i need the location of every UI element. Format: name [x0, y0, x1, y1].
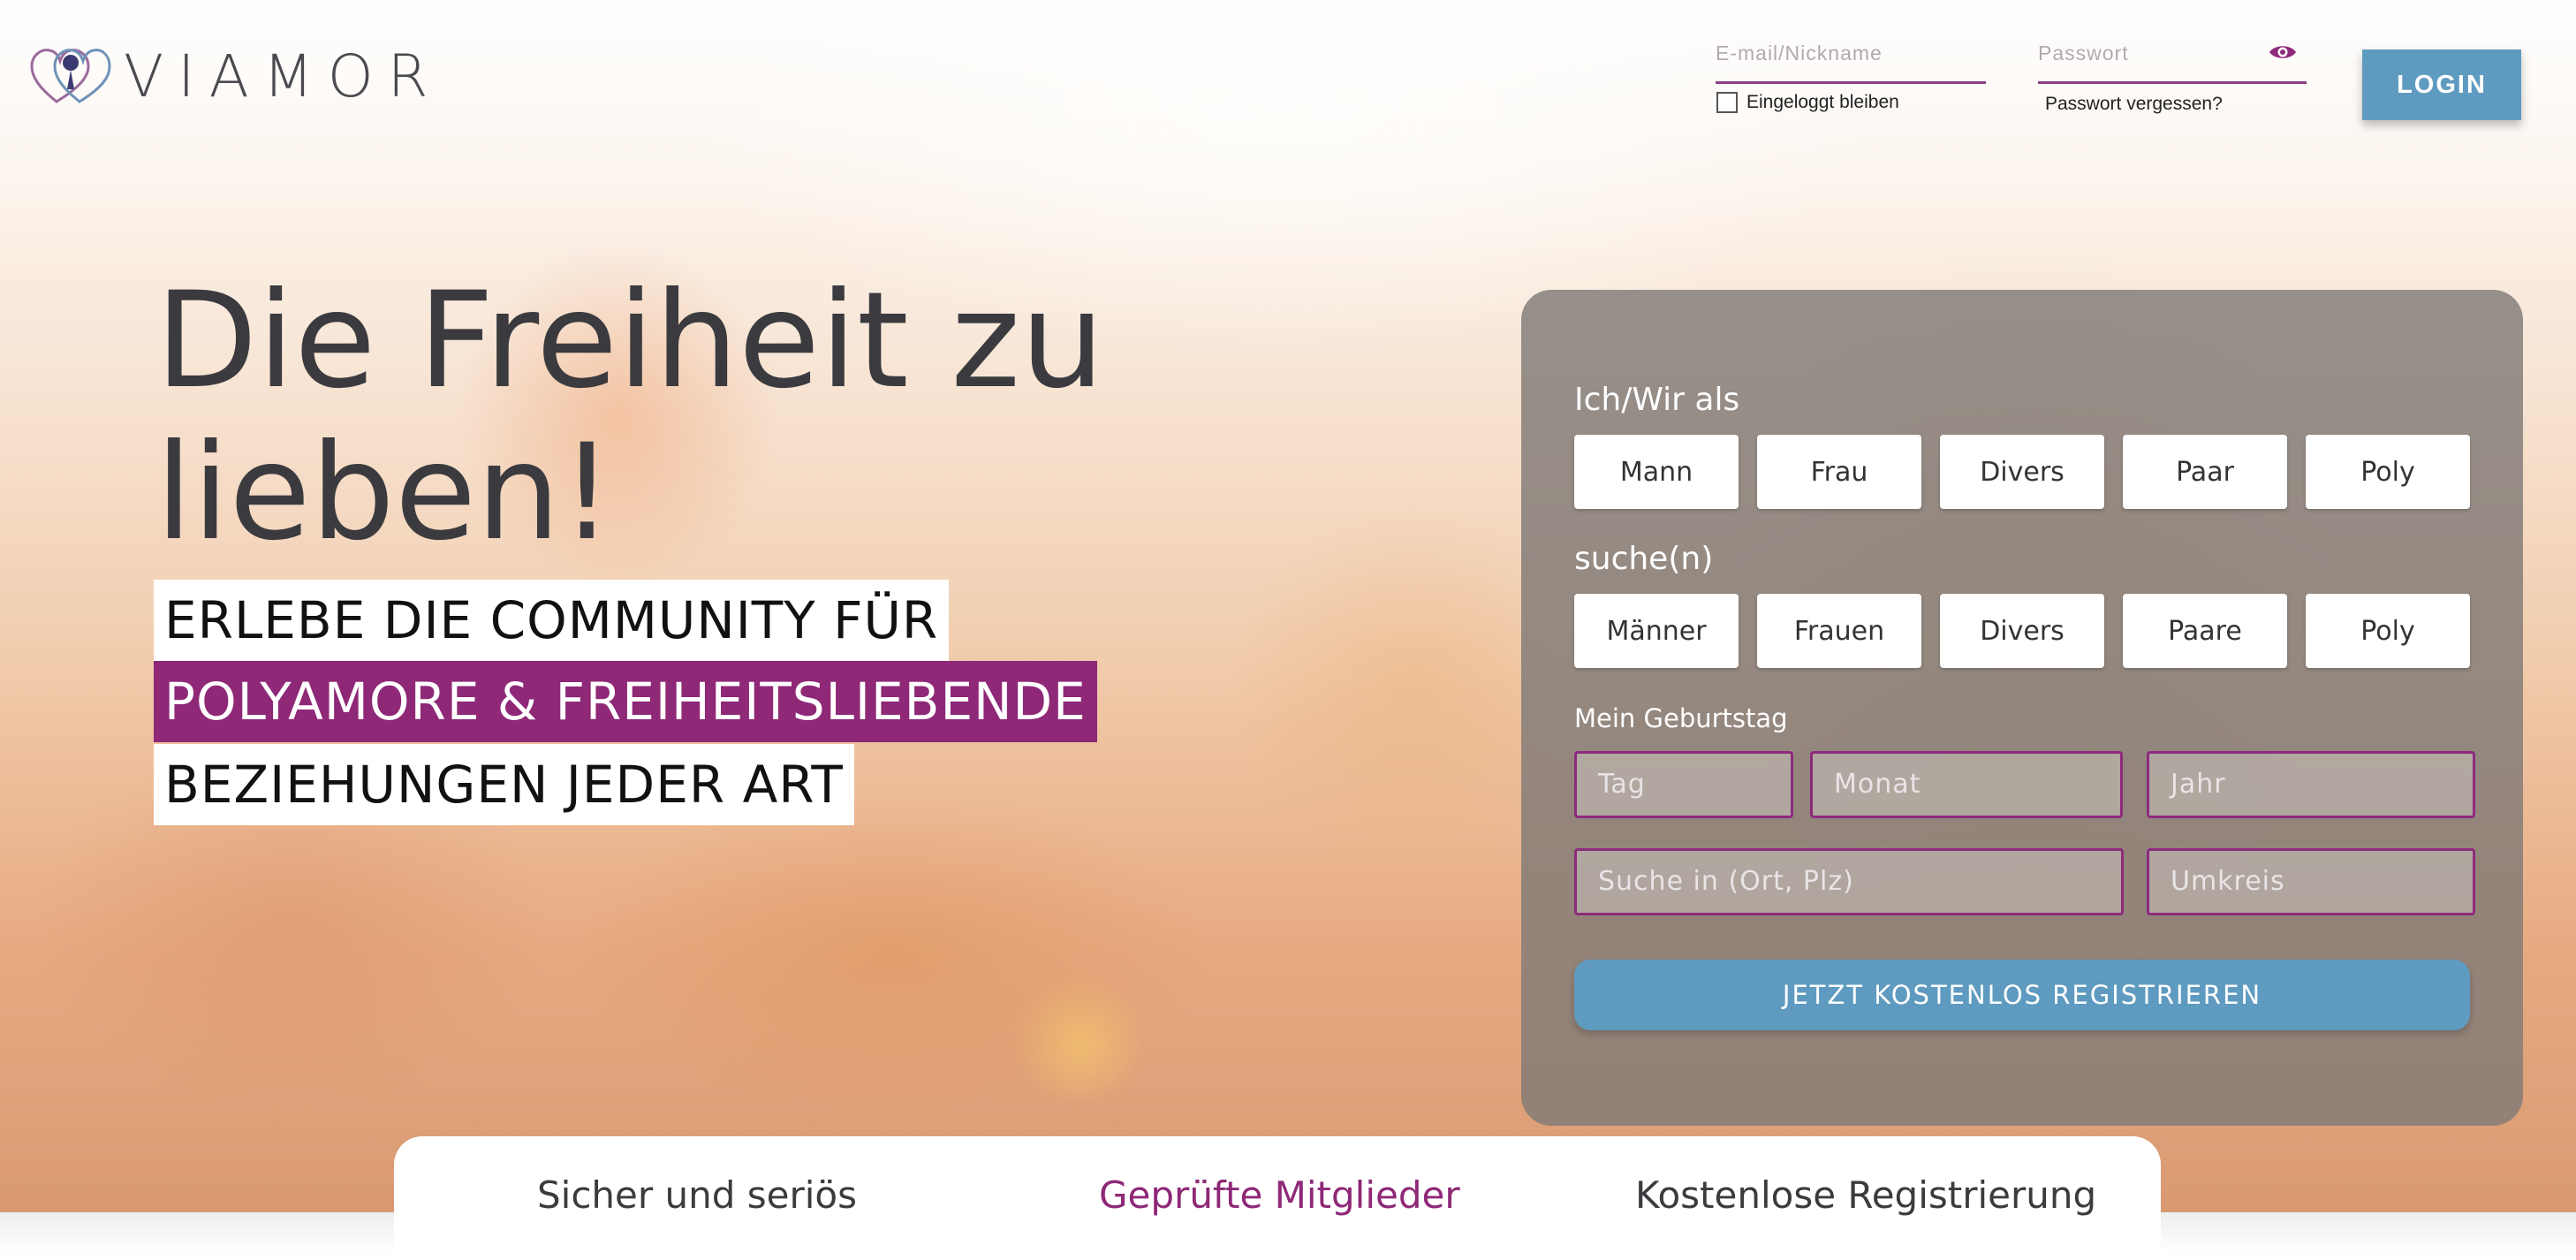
- seek-option-divers[interactable]: Divers: [1940, 594, 2104, 668]
- iam-option-paar[interactable]: Paar: [2123, 435, 2287, 509]
- email-field[interactable]: E-mail/Nickname: [1716, 35, 1986, 84]
- features-bar: Sicher und seriös Geprüfte Mitglieder Ko…: [394, 1136, 2161, 1260]
- logo-text: VIAMOR: [124, 42, 443, 110]
- registration-panel: Ich/Wir als Mann Frau Divers Paar Poly s…: [1521, 290, 2523, 1126]
- login-button[interactable]: LOGIN: [2362, 49, 2521, 120]
- iam-option-divers[interactable]: Divers: [1940, 435, 2104, 509]
- seek-option-poly[interactable]: Poly: [2306, 594, 2470, 668]
- seek-option-frauen[interactable]: Frauen: [1757, 594, 1921, 668]
- hero-headline: Die Freiheit zu lieben!: [155, 264, 1105, 570]
- logo-hearts-icon: [30, 48, 111, 103]
- eye-icon[interactable]: [2268, 42, 2298, 62]
- iam-option-mann[interactable]: Mann: [1574, 435, 1739, 509]
- seek-label: suche(n): [1574, 541, 1714, 577]
- day-input[interactable]: Tag: [1574, 751, 1793, 818]
- iam-option-frau[interactable]: Frau: [1757, 435, 1921, 509]
- register-button[interactable]: JETZT KOSTENLOS REGISTRIEREN: [1574, 960, 2470, 1030]
- tagline-line-1: ERLEBE DIE COMMUNITY FÜR: [154, 580, 950, 661]
- logo[interactable]: VIAMOR: [30, 42, 443, 110]
- feature-safe: Sicher und seriös: [537, 1173, 857, 1217]
- year-input[interactable]: Jahr: [2147, 751, 2475, 818]
- password-field[interactable]: Passwort: [2038, 35, 2307, 84]
- location-input[interactable]: Suche in (Ort, Plz): [1574, 848, 2124, 915]
- month-input[interactable]: Monat: [1810, 751, 2123, 818]
- seek-option-paare[interactable]: Paare: [2123, 594, 2287, 668]
- radius-input[interactable]: Umkreis: [2147, 848, 2475, 915]
- birthday-label: Mein Geburtstag: [1574, 703, 1788, 733]
- feature-verified-members: Geprüfte Mitglieder: [1099, 1173, 1460, 1217]
- forgot-password-link[interactable]: Passwort vergessen?: [2045, 94, 2223, 115]
- email-placeholder: E-mail/Nickname: [1716, 42, 1883, 65]
- remember-checkbox[interactable]: [1716, 92, 1738, 113]
- remember-label: Eingeloggt bleiben: [1746, 92, 1899, 112]
- remember-me[interactable]: Eingeloggt bleiben: [1716, 92, 1899, 113]
- iam-option-poly[interactable]: Poly: [2306, 435, 2470, 509]
- feature-free-registration: Kostenlose Registrierung: [1635, 1173, 2097, 1217]
- iam-label: Ich/Wir als: [1574, 382, 1740, 418]
- seek-option-maenner[interactable]: Männer: [1574, 594, 1739, 668]
- tagline-line-3: BEZIEHUNGEN JEDER ART: [154, 744, 854, 825]
- tagline-line-2: POLYAMORE & FREIHEITSLIEBENDE: [154, 661, 1097, 742]
- password-placeholder: Passwort: [2038, 42, 2129, 65]
